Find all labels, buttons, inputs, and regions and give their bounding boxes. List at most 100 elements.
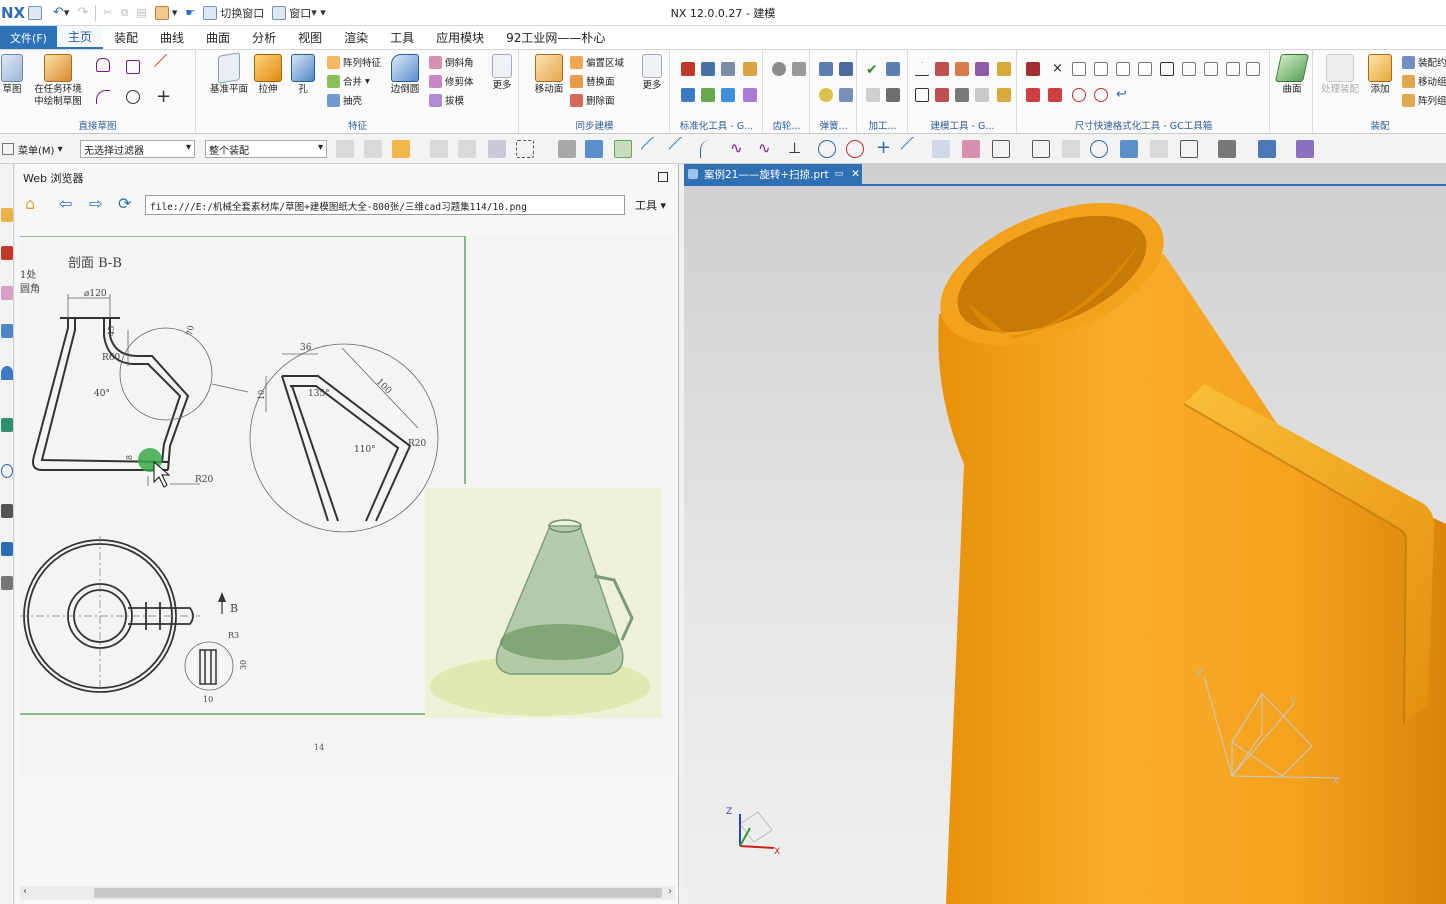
hole-button[interactable]: 孔 xyxy=(289,54,317,96)
fit-view-icon[interactable] xyxy=(1032,140,1050,158)
select-tool-icon[interactable] xyxy=(458,140,476,158)
main-menu-button[interactable]: 菜单(M) ▾ xyxy=(0,139,66,159)
undo-button[interactable]: ↶ ▾ xyxy=(49,2,73,24)
dim-tool-icon[interactable] xyxy=(1226,62,1240,76)
snap-quadrant-icon[interactable] xyxy=(846,140,864,158)
maximize-icon[interactable] xyxy=(658,172,668,182)
tab-analysis[interactable]: 分析 xyxy=(241,26,287,49)
view-tool-icon[interactable] xyxy=(992,140,1010,158)
roles-icon[interactable] xyxy=(1,576,13,590)
snap-arc-icon[interactable] xyxy=(700,140,718,158)
edge-blend-button[interactable]: 边倒圆 xyxy=(389,54,421,96)
surface-button[interactable]: 曲面 xyxy=(1275,54,1309,96)
select-tool-icon[interactable] xyxy=(336,140,354,158)
snap-perp-icon[interactable]: ⊥ xyxy=(788,140,806,158)
tab-render[interactable]: 渲染 xyxy=(333,26,379,49)
url-field[interactable]: file:///E:/机械全套素材库/草图+建模图纸大全-800张/三维cad习… xyxy=(145,195,625,215)
select-tool-icon[interactable] xyxy=(392,140,410,158)
snap-center-icon[interactable] xyxy=(818,140,836,158)
web-tools-button[interactable]: 工具 ▾ xyxy=(635,197,666,213)
shell-button[interactable]: 抽壳 xyxy=(327,92,362,108)
dim-tool-icon[interactable] xyxy=(1026,62,1040,76)
file-menu[interactable]: 文件(F) xyxy=(0,26,57,49)
view-tool-icon[interactable] xyxy=(962,140,980,158)
modeling-tool-icon[interactable] xyxy=(935,88,949,102)
dim-tool-icon[interactable] xyxy=(1116,62,1130,76)
snap-line-icon[interactable] xyxy=(900,136,926,162)
web-browser-icon[interactable] xyxy=(1,418,13,432)
tab-surface[interactable]: 曲面 xyxy=(195,26,241,49)
snap-line-icon[interactable] xyxy=(640,136,666,162)
gear-group-label[interactable]: 齿轮... xyxy=(764,118,809,132)
gc-tool-icon[interactable] xyxy=(721,88,735,102)
view-tool-icon[interactable] xyxy=(932,140,950,158)
horizontal-scrollbar[interactable]: ‹ › xyxy=(20,886,675,900)
snap-line-icon[interactable] xyxy=(668,136,694,162)
tab-assembly[interactable]: 装配 xyxy=(103,26,149,49)
refresh-icon[interactable]: ⟳ xyxy=(118,194,131,214)
modeling-tool-icon[interactable] xyxy=(935,62,949,76)
tab-curve[interactable]: 曲线 xyxy=(149,26,195,49)
more-feature-button[interactable]: 更多 xyxy=(489,54,515,92)
switch-window-button[interactable]: 切换窗口 xyxy=(199,2,268,24)
dim-tool-icon[interactable]: ↩ xyxy=(1116,88,1130,102)
assembly-constraint-button[interactable]: 装配约 xyxy=(1402,54,1446,70)
orient-view-icon[interactable] xyxy=(1180,140,1198,158)
scroll-left-icon[interactable]: ‹ xyxy=(23,886,27,897)
chamfer-button[interactable]: 倒斜角 xyxy=(429,54,474,70)
extrude-button[interactable]: 拉伸 xyxy=(253,54,283,96)
gc-tool-icon[interactable] xyxy=(721,62,735,76)
spring-icon[interactable] xyxy=(839,62,853,76)
spring-icon[interactable] xyxy=(819,88,833,102)
copy-button[interactable]: ⧉ xyxy=(117,2,133,24)
gc-tool-icon[interactable] xyxy=(743,88,757,102)
dim-tool-icon[interactable] xyxy=(1204,62,1218,76)
part-button[interactable]: ▾ xyxy=(151,2,182,24)
modeling-tool-icon[interactable] xyxy=(997,88,1011,102)
modeling-tools-group-label[interactable]: 建模工具 - G... xyxy=(909,118,1016,132)
back-arrow-icon[interactable]: ⇦ xyxy=(59,194,72,214)
zoom-icon[interactable] xyxy=(1062,140,1080,158)
pan-icon[interactable] xyxy=(1120,140,1138,158)
unite-button[interactable]: 合并 ▾ xyxy=(327,73,370,89)
machining-icon[interactable] xyxy=(866,88,880,102)
save-button[interactable] xyxy=(24,2,49,24)
snap-icon[interactable] xyxy=(585,140,603,158)
snap-icon[interactable] xyxy=(614,140,632,158)
dim-tool-icon[interactable] xyxy=(1072,62,1086,76)
pattern-feature-button[interactable]: 阵列特征 xyxy=(327,54,381,70)
sketch-button[interactable]: 草图 xyxy=(0,54,24,96)
render-icon[interactable] xyxy=(1258,140,1276,158)
dim-tool-icon[interactable] xyxy=(1026,88,1040,102)
gc-tool-icon[interactable] xyxy=(743,62,757,76)
scroll-right-icon[interactable]: › xyxy=(668,886,672,897)
dim-tool-icon[interactable] xyxy=(1182,62,1196,76)
selection-filter-dropdown[interactable]: 无选择过滤器 xyxy=(80,140,195,158)
redo-button[interactable]: ↷ xyxy=(73,2,92,24)
dim-tool-icon[interactable] xyxy=(1246,62,1260,76)
snap-icon[interactable] xyxy=(558,140,576,158)
graphics-window[interactable]: 案例21——旋转+扫掠.prt ▭ ✕ Z Y X Z X xyxy=(684,164,1446,904)
trim-body-button[interactable]: 修剪体 xyxy=(429,73,474,89)
machining-icon[interactable] xyxy=(886,62,900,76)
point-icon[interactable]: + xyxy=(156,88,171,106)
more-sync-button[interactable]: 更多 xyxy=(638,54,666,92)
dim-tool-icon[interactable] xyxy=(1072,88,1086,102)
select-tool-icon[interactable] xyxy=(430,140,448,158)
rotate-icon[interactable] xyxy=(1090,140,1108,158)
profile-icon[interactable] xyxy=(96,58,110,72)
view-icon[interactable] xyxy=(1150,140,1168,158)
gc-tool-icon[interactable] xyxy=(681,62,695,76)
spring-group-label[interactable]: 弹簧... xyxy=(811,118,856,132)
tab-92gy[interactable]: 92工业网——朴心 xyxy=(495,26,616,49)
line-icon[interactable] xyxy=(153,53,177,77)
part-navigator-icon[interactable] xyxy=(1,208,13,222)
assembly-navigator-icon[interactable] xyxy=(1,246,13,260)
modeling-tool-icon[interactable] xyxy=(975,62,989,76)
move-face-button[interactable]: 移动面 xyxy=(532,54,566,96)
spring-icon[interactable] xyxy=(819,62,833,76)
modeling-tool-icon[interactable] xyxy=(975,88,989,102)
tab-tools[interactable]: 工具 xyxy=(379,26,425,49)
window-menu-button[interactable]: 窗口 ▾ ▾ xyxy=(268,2,330,24)
snap-curve-icon[interactable]: ∿ xyxy=(758,140,776,158)
